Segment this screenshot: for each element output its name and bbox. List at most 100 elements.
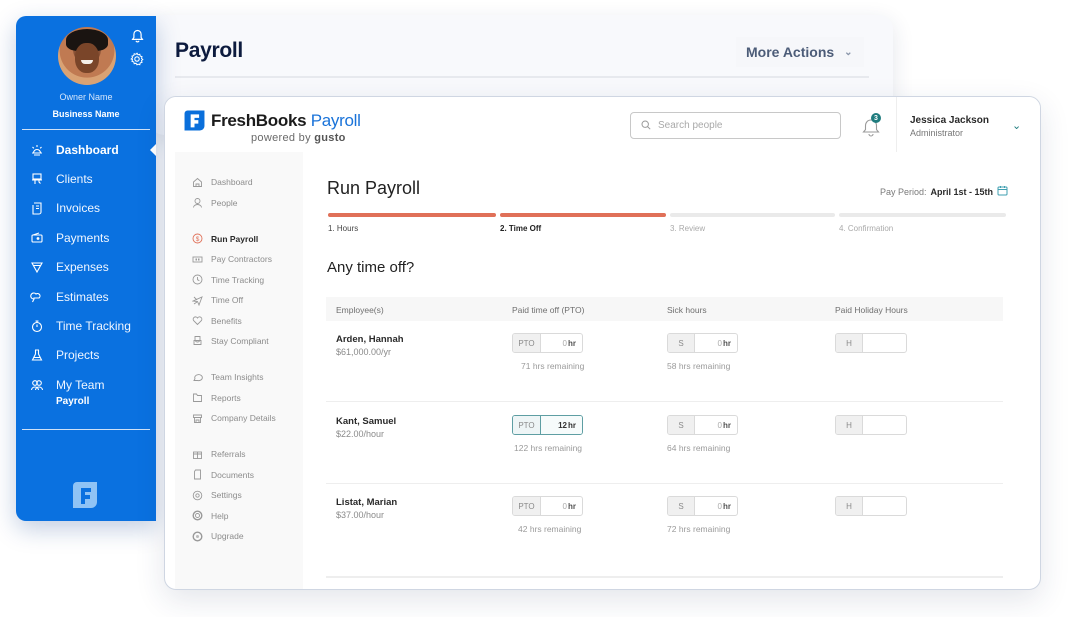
compliance-icon [191, 335, 203, 347]
sidebar-item-clients[interactable]: Clients [16, 164, 156, 193]
gear-icon[interactable] [129, 51, 145, 67]
holiday-hours-input[interactable]: H [835, 333, 907, 353]
step-label[interactable]: 1. Hours [328, 224, 358, 233]
nav-item-help[interactable]: Help [175, 505, 303, 525]
user-name[interactable]: Jessica Jackson [910, 115, 989, 126]
run-payroll-title: Run Payroll [327, 178, 421, 198]
sick-remaining: 64 hrs remaining [667, 443, 731, 453]
nav-item-benefits[interactable]: Benefits [175, 310, 303, 330]
sidebar-item-projects[interactable]: Projects [16, 341, 156, 370]
employee-pay: $22.00/hour [336, 429, 385, 439]
pto-hours-input[interactable]: PTO 12 hr [512, 415, 583, 435]
employee-name: Arden, Hannah [336, 334, 404, 345]
search-input[interactable] [658, 120, 828, 131]
holiday-hours-input[interactable]: H [835, 415, 907, 435]
upgrade-icon [191, 530, 203, 542]
bell-icon[interactable] [129, 28, 145, 44]
nav-item-referrals[interactable]: Referrals [175, 444, 303, 464]
chevron-down-icon: ⌄ [844, 46, 853, 58]
table-row: Listat, Marian $37.00/hour PTO 0 hr 42 hr… [326, 484, 1003, 565]
step-bar-confirmation [839, 213, 1006, 217]
employee-name: Kant, Samuel [336, 416, 397, 427]
sidebar-item-payments[interactable]: Payments [16, 223, 156, 252]
nav-item-people[interactable]: People [175, 192, 303, 212]
step-bar-review [670, 213, 835, 217]
sidebar-item-label: Dashboard [56, 142, 119, 157]
sidebar-item-label: Invoices [56, 201, 101, 216]
pto-hours-input[interactable]: PTO 0 hr [512, 333, 583, 353]
brand-name: FreshBooks Payroll [211, 111, 361, 130]
sidebar-item-label: Projects [56, 348, 100, 363]
nav-item-pay-contractors[interactable]: Pay Contractors [175, 249, 303, 269]
sidebar-item-dashboard[interactable]: Dashboard [16, 135, 156, 164]
more-actions-button[interactable]: More Actions ⌄ [736, 37, 864, 67]
search-box[interactable] [630, 112, 841, 139]
nav-item-dashboard[interactable]: Dashboard [175, 172, 303, 192]
sidebar-item-estimates[interactable]: Estimates [16, 282, 156, 311]
owner-name: Owner Name [59, 92, 113, 102]
sick-hours-input[interactable]: S 0 hr [667, 333, 738, 353]
more-actions-label: More Actions [746, 44, 835, 60]
folder-icon [191, 392, 203, 404]
sidebar-item-label: Expenses [56, 260, 109, 275]
sidebar-item-label: Payments [56, 230, 110, 245]
sidebar-item-my-team[interactable]: My Team [16, 370, 156, 399]
holiday-hours-input[interactable]: H [835, 496, 907, 516]
calendar-icon[interactable] [997, 185, 1008, 198]
nav-item-reports[interactable]: Reports [175, 388, 303, 408]
sick-hours-input[interactable]: S 0 hr [667, 496, 738, 516]
column-header: Sick hours [667, 305, 707, 315]
sidebar-item-time-tracking[interactable]: Time Tracking [16, 311, 156, 340]
sidebar-item-expenses[interactable]: Expenses [16, 253, 156, 282]
nav-item-run-payroll[interactable]: $ Run Payroll [175, 229, 303, 249]
divider [896, 97, 897, 152]
divider [22, 429, 150, 430]
table-row: Kant, Samuel $22.00/hour PTO 12 hr 122 hr… [326, 403, 1003, 484]
payroll-nav: Dashboard People $ Run Payroll Pay Contr… [175, 152, 303, 589]
notifications-button[interactable]: 3 [859, 113, 883, 139]
run-payroll-content: Run Payroll Pay Period: April 1st - 15th… [303, 152, 1040, 589]
user-role: Administrator [910, 128, 964, 138]
nav-item-time-tracking[interactable]: Time Tracking [175, 270, 303, 290]
pto-remaining: 71 hrs remaining [521, 361, 585, 371]
main-nav: Dashboard Clients Invoices Payments Expe… [16, 135, 156, 410]
gift-icon [191, 448, 203, 460]
sick-hours-input[interactable]: S 0 hr [667, 415, 738, 435]
nav-item-team-insights[interactable]: Team Insights [175, 367, 303, 387]
payments-icon [30, 231, 44, 245]
nav-item-upgrade[interactable]: Upgrade [175, 526, 303, 546]
app-header: FreshBooks Payroll powered by gusto 3 Je… [165, 97, 1040, 152]
section-title: Any time off? [327, 259, 415, 276]
sidebar-item-invoices[interactable]: Invoices [16, 194, 156, 223]
column-header: Paid time off (PTO) [512, 305, 585, 315]
projects-icon [30, 348, 44, 362]
stage: Payroll More Actions ⌄ Owner Name Busine… [0, 0, 1068, 617]
nav-item-company-details[interactable]: Company Details [175, 408, 303, 428]
step-label[interactable]: 2. Time Off [500, 224, 541, 233]
gear-icon [191, 489, 203, 501]
clock-icon [191, 274, 203, 286]
svg-text:$: $ [195, 236, 199, 243]
nav-item-documents[interactable]: Documents [175, 465, 303, 485]
sick-remaining: 58 hrs remaining [667, 361, 731, 371]
nav-item-stay-compliant[interactable]: Stay Compliant [175, 331, 303, 351]
sick-remaining: 72 hrs remaining [667, 524, 731, 534]
pay-period[interactable]: Pay Period: April 1st - 15th [880, 185, 1008, 198]
column-header: Paid Holiday Hours [835, 305, 908, 315]
chat-bubble-icon [191, 371, 203, 383]
nav-item-time-off[interactable]: Time Off [175, 290, 303, 310]
estimates-icon [30, 290, 44, 304]
pto-hours-input[interactable]: PTO 0 hr [512, 496, 583, 516]
nav-item-settings[interactable]: Settings [175, 485, 303, 505]
divider [326, 576, 1003, 578]
lifebuoy-icon [191, 510, 203, 522]
notification-badge: 3 [871, 113, 881, 123]
avatar[interactable] [58, 27, 116, 85]
main-sidebar: Owner Name Business Name Dashboard Clien… [16, 16, 156, 521]
home-icon [191, 176, 203, 188]
chevron-down-icon[interactable]: ⌄ [1012, 119, 1021, 132]
page-title: Payroll [175, 39, 243, 62]
table-row: Arden, Hannah $61,000.00/yr PTO 0 hr 71 h… [326, 321, 1003, 402]
divider [22, 129, 150, 130]
search-icon [641, 117, 651, 135]
